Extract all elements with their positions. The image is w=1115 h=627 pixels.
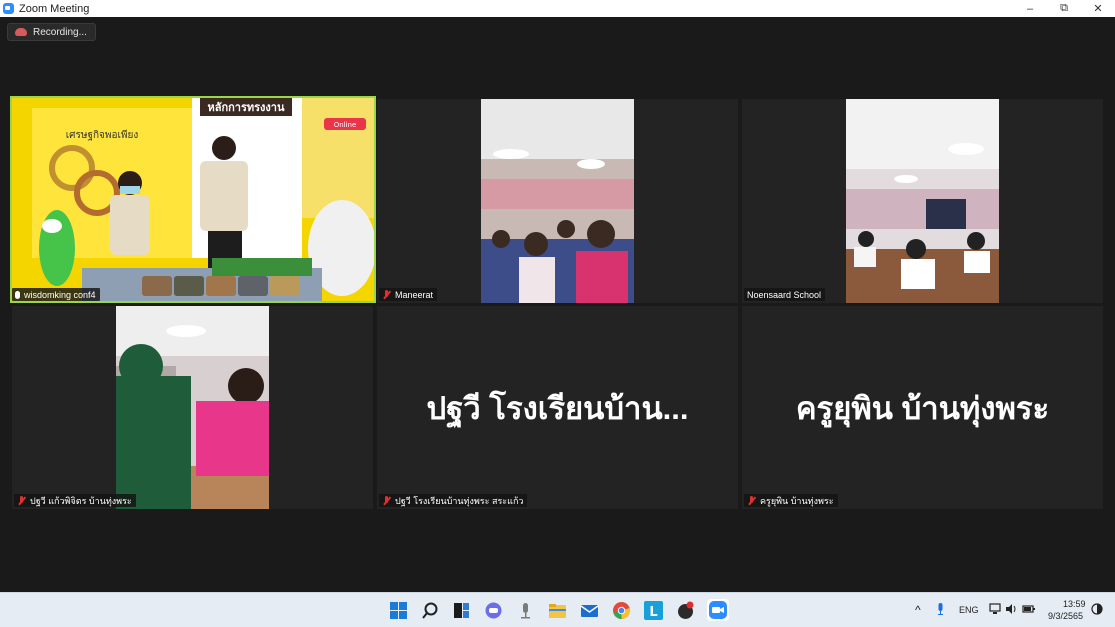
participant-name: wisdomking conf4 [24,289,96,300]
task-view-icon[interactable] [452,601,471,620]
muted-mic-icon [382,289,391,300]
mail-icon[interactable] [580,601,599,620]
participant-name-tag: wisdomking conf4 [12,288,100,301]
video-tile-5[interactable]: ปฐวี โรงเรียนบ้าน... ปฐวี โรงเรียนบ้านทุ… [377,306,738,509]
video-tile-4[interactable]: ปฐวี แก้วพิจิตร บ้านทุ่งพระ [12,306,373,509]
network-icon[interactable] [989,603,1001,617]
windows-start-icon[interactable] [389,601,408,620]
participant-display-name: ปฐวี โรงเรียนบ้าน... [426,390,689,426]
window-title: Zoom Meeting [19,2,90,15]
teams-chat-icon[interactable] [484,601,503,620]
participant-name-tag: Maneerat [379,288,438,301]
notification-app-icon[interactable] [676,601,695,620]
file-explorer-icon[interactable] [548,601,567,620]
recording-label: Recording... [33,26,87,38]
muted-mic-icon [382,495,391,506]
online-badge: Online [334,121,357,129]
l-app-icon[interactable]: L [644,601,663,620]
video-feed [116,306,269,509]
tray-mic-icon[interactable] [936,602,945,618]
recording-indicator[interactable]: Recording... [7,23,96,41]
participant-name-tag: ปฐวี โรงเรียนบ้านทุ่งพระ สระแก้ว [379,494,528,507]
window-title-bar: Zoom Meeting – ⧉ ✕ [0,0,1115,17]
battery-icon[interactable] [1022,604,1036,616]
clock-date[interactable]: 9/3/2565 [1048,611,1083,621]
tray-chevron-up-icon[interactable]: ^ [915,603,921,617]
classroom-video-illustration [846,99,999,303]
participant-name: ครูยุพิน บ้านทุ่งพระ [760,495,834,506]
unmuted-mic-icon [15,290,20,299]
svg-text:L: L [649,605,657,620]
video-tile-2[interactable]: Maneerat [377,99,738,303]
chrome-icon[interactable] [612,601,631,620]
presentation-header: หลักการทรงงาน [208,101,285,114]
meeting-stage: Recording... หลักการทรงงาน เศรษฐกิจพอเพี… [0,17,1115,592]
classroom-video-illustration [116,306,269,509]
participant-name: Noensaard School [747,289,822,300]
notification-icon[interactable] [1091,603,1103,617]
windows-taskbar: L ^ ENG 13:59 9/3/2565 [0,592,1115,627]
video-feed: หลักการทรงงาน เศรษฐกิจพอเพียง Online [12,98,374,301]
participant-name: ปฐวี แก้วพิจิตร บ้านทุ่งพระ [30,495,132,506]
video-tile-1[interactable]: หลักการทรงงาน เศรษฐกิจพอเพียง Online wis… [10,96,376,303]
minimize-button[interactable]: – [1013,0,1047,17]
window-controls: – ⧉ ✕ [1013,0,1115,17]
video-feed [481,99,634,303]
muted-mic-icon [17,495,26,506]
zoom-taskbar-icon[interactable] [707,599,729,621]
participant-display-name: ครูยุพิน บ้านทุ่งพระ [795,390,1050,426]
recording-cloud-icon [15,28,27,36]
classroom-video-illustration [481,99,634,303]
participant-name: ปฐวี โรงเรียนบ้านทุ่งพระ สระแก้ว [395,495,524,506]
video-tile-6[interactable]: ครูยุพิน บ้านทุ่งพระ ครูยุพิน บ้านทุ่งพร… [742,306,1103,509]
participant-name-tag: ครูยุพิน บ้านทุ่งพระ [744,494,838,507]
restore-button[interactable]: ⧉ [1047,0,1081,17]
participant-name: Maneerat [395,289,434,300]
presentation-subheader: เศรษฐกิจพอเพียง [66,129,139,141]
participant-name-tag: Noensaard School [744,288,826,301]
microphone-app-icon[interactable] [516,601,535,620]
clock-time[interactable]: 13:59 [1063,599,1086,609]
close-button[interactable]: ✕ [1081,0,1115,17]
video-feed [846,99,999,303]
search-icon[interactable] [421,601,440,620]
video-tile-3[interactable]: Noensaard School [742,99,1103,303]
language-indicator[interactable]: ENG [959,605,979,615]
zoom-app-icon [3,3,14,14]
participant-name-tag: ปฐวี แก้วพิจิตร บ้านทุ่งพระ [14,494,136,507]
volume-icon[interactable] [1005,603,1017,617]
muted-mic-icon [747,495,756,506]
presenter-video-illustration: หลักการทรงงาน เศรษฐกิจพอเพียง Online [12,98,374,301]
